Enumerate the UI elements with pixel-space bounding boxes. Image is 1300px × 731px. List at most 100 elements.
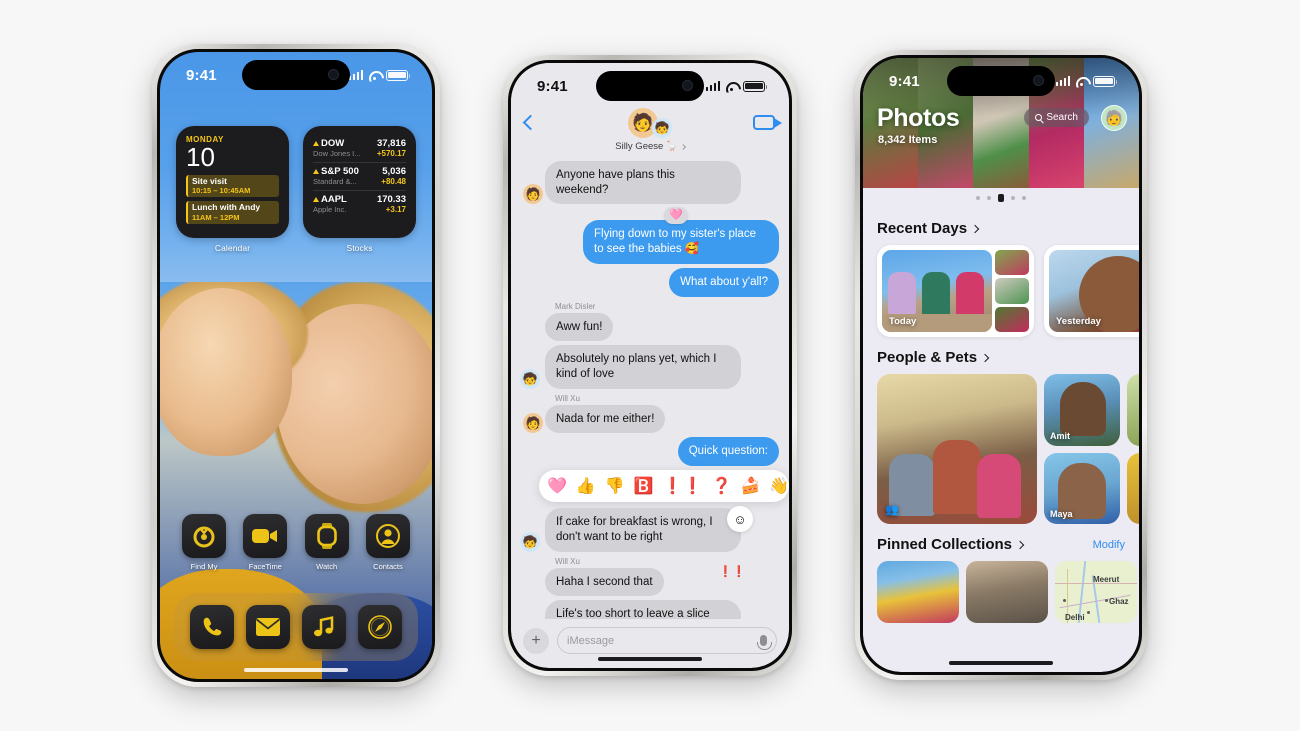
people-pets-card[interactable] <box>1127 374 1139 446</box>
safari-icon[interactable] <box>358 605 402 649</box>
phone-messages: 9:41 🧑 🧒 Silly Geese 🪿 🧑 Anyone have pla… <box>503 55 797 676</box>
recent-days-strip[interactable]: Today Yesterday <box>863 245 1139 337</box>
add-reaction-icon[interactable]: ☺ <box>727 506 753 533</box>
calendar-widget[interactable]: MONDAY 10 Site visit 10:15 – 10:45AM Lun… <box>176 126 289 253</box>
app-label: Contacts <box>373 562 403 571</box>
calendar-event[interactable]: Lunch with Andy 11AM – 12PM <box>186 201 279 225</box>
tapback-option-wave[interactable]: 👋 <box>769 476 789 496</box>
plus-icon[interactable]: + <box>523 627 549 654</box>
recent-day-card[interactable]: Today <box>877 245 1034 337</box>
message-bubble[interactable]: Flying down to my sister's place to see … <box>583 220 779 264</box>
message-bubble[interactable]: Absolutely no plans yet, which I kind of… <box>545 345 741 389</box>
app-label: Watch <box>316 562 338 571</box>
people-pets-card[interactable] <box>1127 452 1139 524</box>
people-pets-card[interactable]: Maya <box>1044 452 1120 524</box>
contacts-icon[interactable] <box>365 514 410 558</box>
stock-row[interactable]: DOW 37,816 Dow Jones I... +570.17 <box>313 135 406 163</box>
pinned-collection-card[interactable] <box>877 561 959 623</box>
recent-day-main-photo[interactable]: Yesterday <box>1049 250 1139 332</box>
message-bubble[interactable]: Life's too short to leave a slice behind <box>545 600 741 619</box>
page-dot[interactable] <box>1011 196 1015 200</box>
music-icon[interactable] <box>302 605 346 649</box>
message-bubble[interactable]: Haha I second that <box>545 567 664 597</box>
recent-day-thumb[interactable] <box>995 278 1029 304</box>
conversation-avatars[interactable]: 🧑 🧒 <box>628 108 672 138</box>
mail-icon[interactable] <box>246 605 290 649</box>
home-indicator[interactable] <box>598 656 702 661</box>
back-chevron-icon[interactable] <box>522 114 539 131</box>
home-indicator[interactable] <box>244 667 348 672</box>
message-bubble[interactable]: If cake for breakfast is wrong, I don't … <box>545 508 741 552</box>
recent-day-thumb[interactable] <box>995 250 1029 276</box>
people-pets-group-card[interactable]: 👥 <box>877 374 1037 524</box>
photo-subject <box>977 454 1021 518</box>
section-header-people-pets[interactable]: People & Pets <box>863 349 1139 366</box>
stock-name: Apple Inc. <box>313 205 347 214</box>
people-pets-card[interactable]: Amit <box>1044 374 1120 446</box>
search-icon <box>1035 114 1043 121</box>
tapback-option-question[interactable]: ❓ <box>712 476 732 496</box>
conversation-title-row[interactable]: Silly Geese 🪿 <box>615 141 686 152</box>
photos-search-button[interactable]: Search <box>1024 108 1089 127</box>
app-find-my[interactable]: Find My <box>178 514 230 571</box>
stocks-widget-card[interactable]: DOW 37,816 Dow Jones I... +570.17 S&P 50… <box>303 126 416 238</box>
stock-symbol: AAPL <box>313 194 347 205</box>
tapback-option-heart[interactable]: 🩷 <box>547 476 567 496</box>
message-bubble[interactable]: Quick question: <box>677 437 779 467</box>
tapback-badge[interactable]: 🩷 <box>664 207 688 225</box>
pinned-collection-map-card[interactable]: Meerut Ghaz Delhi <box>1055 561 1137 623</box>
people-pets-strip[interactable]: 👥 Amit Maya <box>863 374 1139 524</box>
pinned-collections-strip[interactable]: Meerut Ghaz Delhi <box>863 561 1139 623</box>
message-bubble[interactable]: Aww fun! <box>545 312 614 342</box>
modify-button[interactable]: Modify <box>1093 539 1125 551</box>
tapback-picker-bar[interactable]: 🩷 👍 👎 🅱️ ❗❗ ❓ 🍰 👋 <box>539 470 789 503</box>
recent-day-main-photo[interactable]: Today <box>882 250 992 332</box>
pinned-collection-card[interactable] <box>966 561 1048 623</box>
recent-day-card[interactable]: Yesterday <box>1044 245 1139 337</box>
app-facetime[interactable]: FaceTime <box>239 514 291 571</box>
facetime-video-icon[interactable] <box>753 115 782 130</box>
recent-day-label: Today <box>889 316 917 327</box>
microphone-icon[interactable] <box>757 635 772 650</box>
home-indicator[interactable] <box>949 660 1053 665</box>
profile-avatar-icon[interactable]: 🧓 <box>1101 105 1127 131</box>
tapback-option-exclamation[interactable]: ❗❗ <box>663 476 703 496</box>
photo-subject <box>888 272 916 316</box>
stock-row[interactable]: S&P 500 5,036 Standard &... +80.48 <box>313 163 406 191</box>
page-dot[interactable] <box>1022 196 1026 200</box>
section-header-recent-days[interactable]: Recent Days <box>863 220 1139 237</box>
app-watch[interactable]: Watch <box>301 514 353 571</box>
find-my-icon[interactable] <box>182 514 226 558</box>
recent-day-thumb[interactable] <box>995 306 1029 332</box>
stock-row[interactable]: AAPL 170.33 Apple Inc. +3.17 <box>313 191 406 218</box>
tapback-option-thumbs-up[interactable]: 👍 <box>576 476 596 496</box>
tapback-option-haha[interactable]: 🅱️ <box>634 476 654 496</box>
page-indicator-dots[interactable] <box>976 194 1026 202</box>
stock-change: +3.17 <box>385 205 406 214</box>
message-bubble[interactable]: Anyone have plans this weekend? <box>545 161 741 205</box>
app-contacts[interactable]: Contacts <box>362 514 414 571</box>
tapback-option-thumbs-down[interactable]: 👎 <box>605 476 625 496</box>
watch-icon[interactable] <box>304 514 349 558</box>
calendar-event[interactable]: Site visit 10:15 – 10:45AM <box>186 174 279 198</box>
facetime-icon[interactable] <box>243 514 288 558</box>
stocks-widget[interactable]: DOW 37,816 Dow Jones I... +570.17 S&P 50… <box>303 126 416 253</box>
message-bubble[interactable]: Nada for me either! <box>545 404 666 434</box>
phone-glyph <box>203 617 222 636</box>
tapback-badge[interactable]: ❗❗ <box>714 564 751 581</box>
up-triangle-icon <box>313 197 319 202</box>
section-header-pinned-collections[interactable]: Pinned Collections Modify <box>863 536 1139 553</box>
map-marker <box>1105 599 1108 602</box>
message-bubble[interactable]: What about y'all? <box>669 267 779 297</box>
avatar-slot: 🧑 <box>521 184 545 205</box>
stock-symbol-text: AAPL <box>321 194 347 205</box>
calendar-widget-card[interactable]: MONDAY 10 Site visit 10:15 – 10:45AM Lun… <box>176 126 289 238</box>
page-dot[interactable] <box>976 196 980 200</box>
tapback-option-cake[interactable]: 🍰 <box>740 476 760 496</box>
search-input[interactable]: iMessage <box>557 627 777 654</box>
page-dot[interactable] <box>987 196 991 200</box>
stock-row-bottom: Dow Jones I... +570.17 <box>313 149 406 158</box>
page-dot-current[interactable] <box>998 194 1004 202</box>
phone-icon[interactable] <box>190 605 234 649</box>
mail-glyph <box>256 618 280 636</box>
